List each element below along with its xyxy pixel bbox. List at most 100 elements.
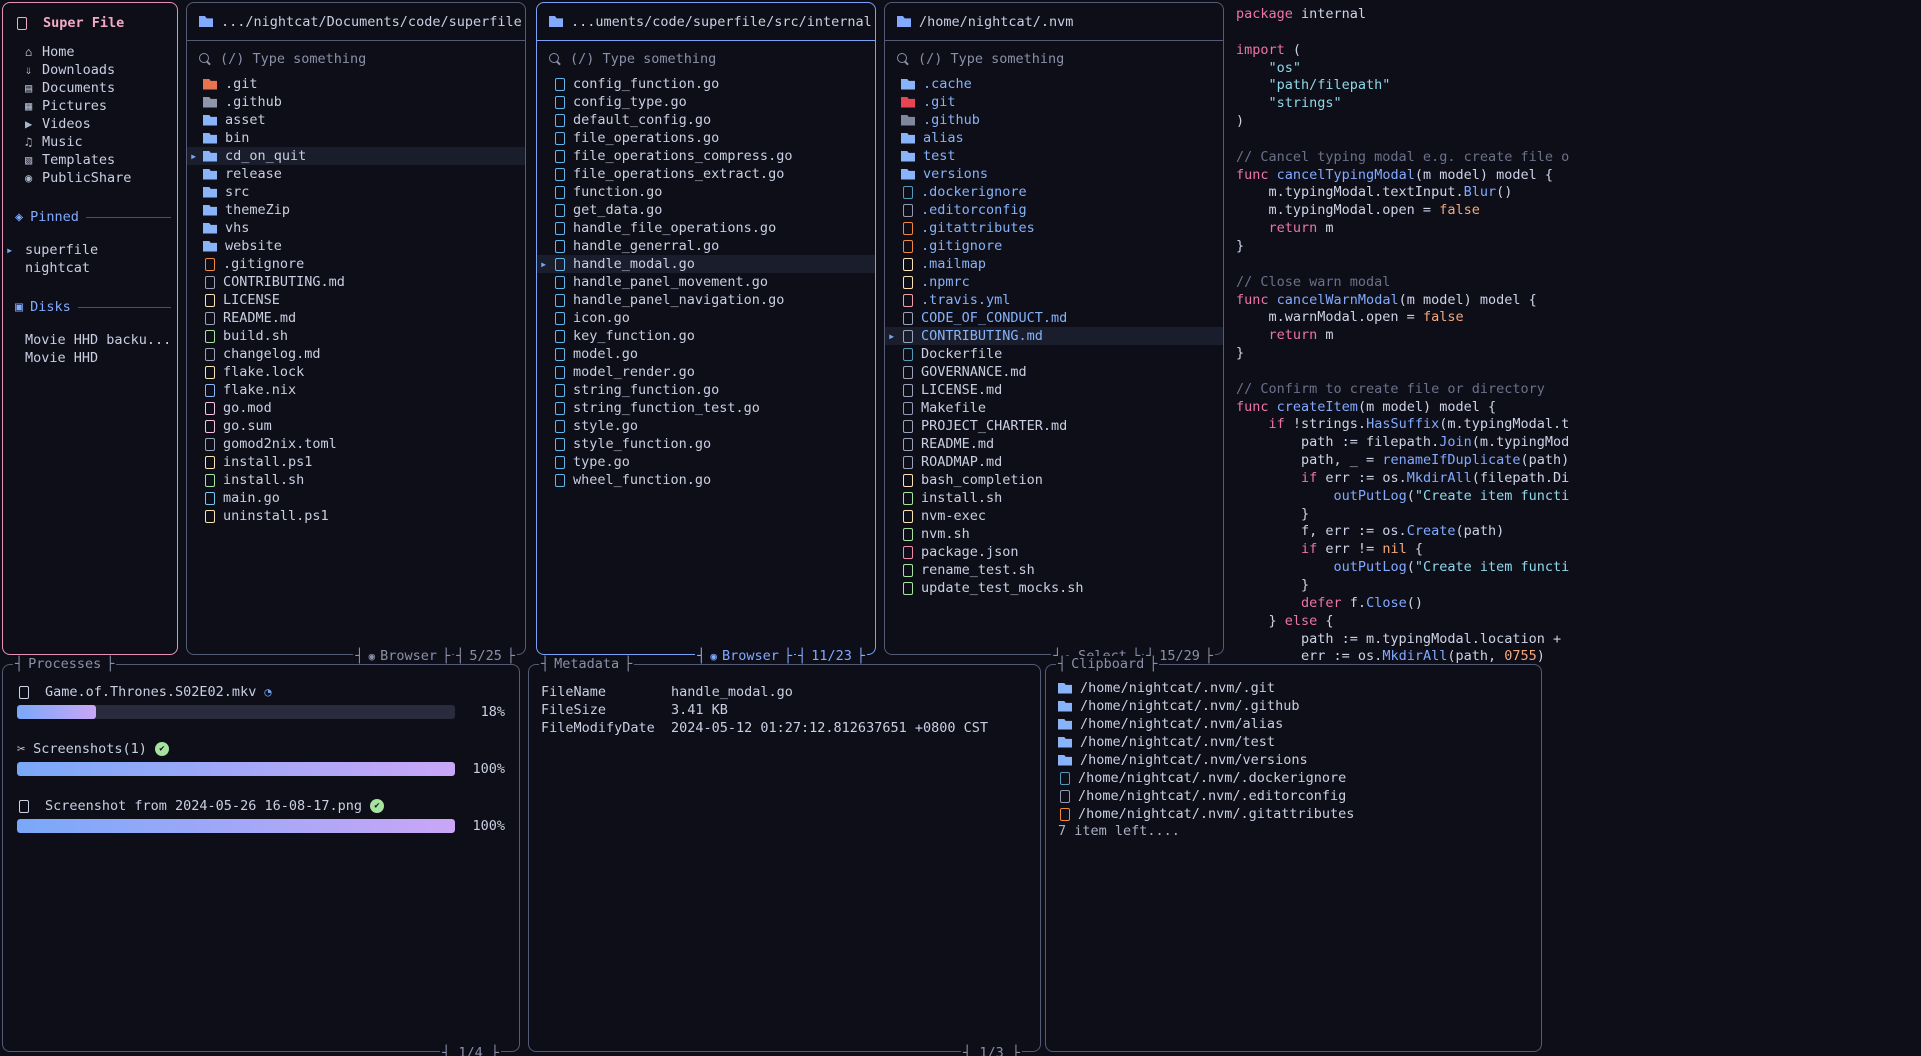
file-row[interactable]: handle_panel_movement.go xyxy=(537,273,875,291)
file-row[interactable]: gomod2nix.toml xyxy=(187,435,525,453)
cursor-arrow-icon: ▸ xyxy=(190,149,197,163)
search-input[interactable]: (/) Type something xyxy=(537,45,875,73)
file-row[interactable]: file_operations_compress.go xyxy=(537,147,875,165)
file-row[interactable]: CODE_OF_CONDUCT.md xyxy=(885,309,1223,327)
file-row[interactable]: .gitattributes xyxy=(885,219,1223,237)
file-row[interactable]: build.sh xyxy=(187,327,525,345)
file-row[interactable]: icon.go xyxy=(537,309,875,327)
file-row[interactable]: ▸cd_on_quit xyxy=(187,147,525,165)
file-row[interactable]: versions xyxy=(885,165,1223,183)
code-line: m.typingModal.textInput.Blur() xyxy=(1236,184,1919,202)
file-row[interactable]: README.md xyxy=(885,435,1223,453)
file-row[interactable]: nvm-exec xyxy=(885,507,1223,525)
file-row[interactable]: test xyxy=(885,147,1223,165)
file-row[interactable]: .editorconfig xyxy=(885,201,1223,219)
file-row[interactable]: README.md xyxy=(187,309,525,327)
file-row[interactable]: release xyxy=(187,165,525,183)
file-row[interactable]: CONTRIBUTING.md xyxy=(187,273,525,291)
file-row[interactable]: src xyxy=(187,183,525,201)
file-row[interactable]: get_data.go xyxy=(537,201,875,219)
file-row[interactable]: handle_panel_navigation.go xyxy=(537,291,875,309)
file-row[interactable]: uninstall.ps1 xyxy=(187,507,525,525)
file-row[interactable]: style.go xyxy=(537,417,875,435)
file-row[interactable]: file_operations.go xyxy=(537,129,875,147)
file-row[interactable]: .gitignore xyxy=(187,255,525,273)
file-row[interactable]: .git xyxy=(187,75,525,93)
code-line: path, _ = renameIfDuplicate(path) xyxy=(1236,452,1919,470)
file-row[interactable]: config_function.go xyxy=(537,75,875,93)
file-row[interactable]: wheel_function.go xyxy=(537,471,875,489)
file-row[interactable]: .github xyxy=(187,93,525,111)
file-row[interactable]: handle_file_operations.go xyxy=(537,219,875,237)
file-name: install.sh xyxy=(223,472,304,488)
file-row[interactable]: alias xyxy=(885,129,1223,147)
search-input[interactable]: (/) Type something xyxy=(187,45,525,73)
file-row[interactable]: .travis.yml xyxy=(885,291,1223,309)
pinned-item-nightcat[interactable]: nightcat xyxy=(3,259,177,277)
file-row[interactable]: install.sh xyxy=(187,471,525,489)
file-row[interactable]: .cache xyxy=(885,75,1223,93)
file-row[interactable]: style_function.go xyxy=(537,435,875,453)
file-row[interactable]: string_function_test.go xyxy=(537,399,875,417)
file-row[interactable]: vhs xyxy=(187,219,525,237)
search-input[interactable]: (/) Type something xyxy=(885,45,1223,73)
file-row[interactable]: .gitignore xyxy=(885,237,1223,255)
file-row[interactable]: flake.nix xyxy=(187,381,525,399)
disks-label: Disks xyxy=(30,299,71,315)
file-row[interactable]: .dockerignore xyxy=(885,183,1223,201)
file-row[interactable]: ROADMAP.md xyxy=(885,453,1223,471)
search-placeholder: (/) Type something xyxy=(570,51,716,67)
file-row[interactable]: install.ps1 xyxy=(187,453,525,471)
file-row[interactable]: go.mod xyxy=(187,399,525,417)
file-row[interactable]: PROJECT_CHARTER.md xyxy=(885,417,1223,435)
file-row[interactable]: LICENSE.md xyxy=(885,381,1223,399)
file-row[interactable]: bash_completion xyxy=(885,471,1223,489)
file-row[interactable]: nvm.sh xyxy=(885,525,1223,543)
progress-bar xyxy=(17,705,455,719)
file-row[interactable]: asset xyxy=(187,111,525,129)
file-row[interactable]: LICENSE xyxy=(187,291,525,309)
file-row[interactable]: main.go xyxy=(187,489,525,507)
file-row[interactable]: ▸handle_modal.go xyxy=(537,255,875,273)
file-row[interactable]: bin xyxy=(187,129,525,147)
file-row[interactable]: website xyxy=(187,237,525,255)
sidebar-item-home[interactable]: ⌂Home xyxy=(3,43,177,61)
file-row[interactable]: GOVERNANCE.md xyxy=(885,363,1223,381)
sidebar-item-pictures[interactable]: ▦Pictures xyxy=(3,97,177,115)
file-row[interactable]: flake.lock xyxy=(187,363,525,381)
file-row[interactable]: .mailmap xyxy=(885,255,1223,273)
sidebar-item-downloads[interactable]: ⇓Downloads xyxy=(3,61,177,79)
file-row[interactable]: file_operations_extract.go xyxy=(537,165,875,183)
file-row[interactable]: Makefile xyxy=(885,399,1223,417)
sidebar-item-music[interactable]: ♫Music xyxy=(3,133,177,151)
file-row[interactable]: .npmrc xyxy=(885,273,1223,291)
file-row[interactable]: handle_generral.go xyxy=(537,237,875,255)
file-row[interactable]: type.go xyxy=(537,453,875,471)
file-row[interactable]: model_render.go xyxy=(537,363,875,381)
file-row[interactable]: ▸CONTRIBUTING.md xyxy=(885,327,1223,345)
file-row[interactable]: package.json xyxy=(885,543,1223,561)
file-row[interactable]: go.sum xyxy=(187,417,525,435)
pinned-item-superfile[interactable]: ▸superfile xyxy=(3,241,177,259)
file-row[interactable]: .github xyxy=(885,111,1223,129)
file-row[interactable]: Dockerfile xyxy=(885,345,1223,363)
file-name: icon.go xyxy=(573,310,630,326)
file-row[interactable]: config_type.go xyxy=(537,93,875,111)
file-row[interactable]: string_function.go xyxy=(537,381,875,399)
file-row[interactable]: themeZip xyxy=(187,201,525,219)
file-row[interactable]: changelog.md xyxy=(187,345,525,363)
file-row[interactable]: .git xyxy=(885,93,1223,111)
sidebar-item-templates[interactable]: ▧Templates xyxy=(3,151,177,169)
sidebar-item-documents[interactable]: ▤Documents xyxy=(3,79,177,97)
file-row[interactable]: install.sh xyxy=(885,489,1223,507)
disk-item[interactable]: Movie HHD xyxy=(3,349,177,367)
file-row[interactable]: update_test_mocks.sh xyxy=(885,579,1223,597)
sidebar-item-videos[interactable]: ▶Videos xyxy=(3,115,177,133)
file-row[interactable]: key_function.go xyxy=(537,327,875,345)
file-row[interactable]: function.go xyxy=(537,183,875,201)
file-row[interactable]: default_config.go xyxy=(537,111,875,129)
file-row[interactable]: model.go xyxy=(537,345,875,363)
disk-item[interactable]: Movie HHD backu... xyxy=(3,331,177,349)
sidebar-item-publicshare[interactable]: ◉PublicShare xyxy=(3,169,177,187)
file-row[interactable]: rename_test.sh xyxy=(885,561,1223,579)
